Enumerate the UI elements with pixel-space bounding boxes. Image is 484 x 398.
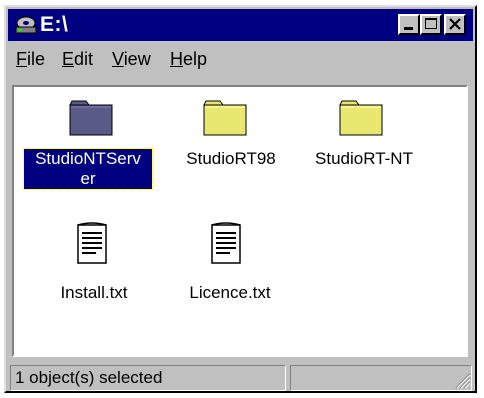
menu-bar: File Edit View Help bbox=[8, 45, 473, 75]
menu-edit-label: dit bbox=[74, 49, 94, 69]
maximize-button[interactable] bbox=[420, 14, 442, 35]
status-text: 1 object(s) selected bbox=[10, 365, 286, 391]
file-label-line: StudioRT98 bbox=[186, 149, 276, 168]
file-label-line: Licence.txt bbox=[189, 283, 271, 302]
file-label-line: er bbox=[80, 169, 96, 188]
close-button[interactable] bbox=[444, 14, 466, 35]
menu-help-accel: H bbox=[170, 49, 183, 69]
menu-view-label: iew bbox=[123, 49, 151, 69]
resize-grip-icon[interactable] bbox=[453, 371, 471, 389]
explorer-window: E:\ File Edit View Help StudioNTServ er bbox=[4, 5, 477, 393]
menu-view[interactable]: View bbox=[112, 49, 151, 70]
minimize-icon bbox=[404, 27, 413, 30]
status-bar: 1 object(s) selected bbox=[8, 361, 473, 391]
status-pane-secondary bbox=[290, 365, 472, 391]
window-title: E:\ bbox=[40, 13, 69, 36]
minimize-button[interactable] bbox=[398, 14, 420, 35]
file-list-pane[interactable]: StudioNTServ er StudioRT98 StudioRT-NT I… bbox=[12, 85, 468, 357]
file-label: Licence.txt bbox=[168, 283, 292, 303]
drive-icon bbox=[15, 16, 37, 34]
menu-edit[interactable]: Edit bbox=[62, 49, 93, 70]
file-label-line: StudioRT-NT bbox=[315, 149, 413, 168]
maximize-icon bbox=[425, 18, 437, 29]
close-icon bbox=[449, 18, 461, 30]
file-label: StudioRT98 bbox=[174, 149, 288, 169]
file-label-line: StudioNTServ bbox=[35, 149, 141, 168]
menu-file-accel: F bbox=[16, 49, 27, 69]
text-file-icon bbox=[77, 222, 107, 264]
menu-view-accel: V bbox=[112, 49, 124, 69]
text-file-icon bbox=[211, 222, 241, 264]
file-label-line: Install.txt bbox=[60, 283, 128, 302]
menu-file[interactable]: File bbox=[16, 49, 45, 70]
menu-file-label: ile bbox=[27, 49, 46, 69]
menu-help[interactable]: Help bbox=[170, 49, 207, 70]
menu-edit-accel: E bbox=[62, 49, 75, 69]
folder-icon bbox=[69, 100, 113, 136]
folder-icon bbox=[203, 100, 247, 136]
menu-help-label: elp bbox=[183, 49, 208, 69]
file-label: Install.txt bbox=[32, 283, 156, 303]
folder-icon bbox=[339, 100, 383, 136]
file-label: StudioNTServ er bbox=[23, 148, 153, 190]
file-label: StudioRT-NT bbox=[302, 149, 426, 169]
title-bar[interactable]: E:\ bbox=[8, 9, 473, 41]
